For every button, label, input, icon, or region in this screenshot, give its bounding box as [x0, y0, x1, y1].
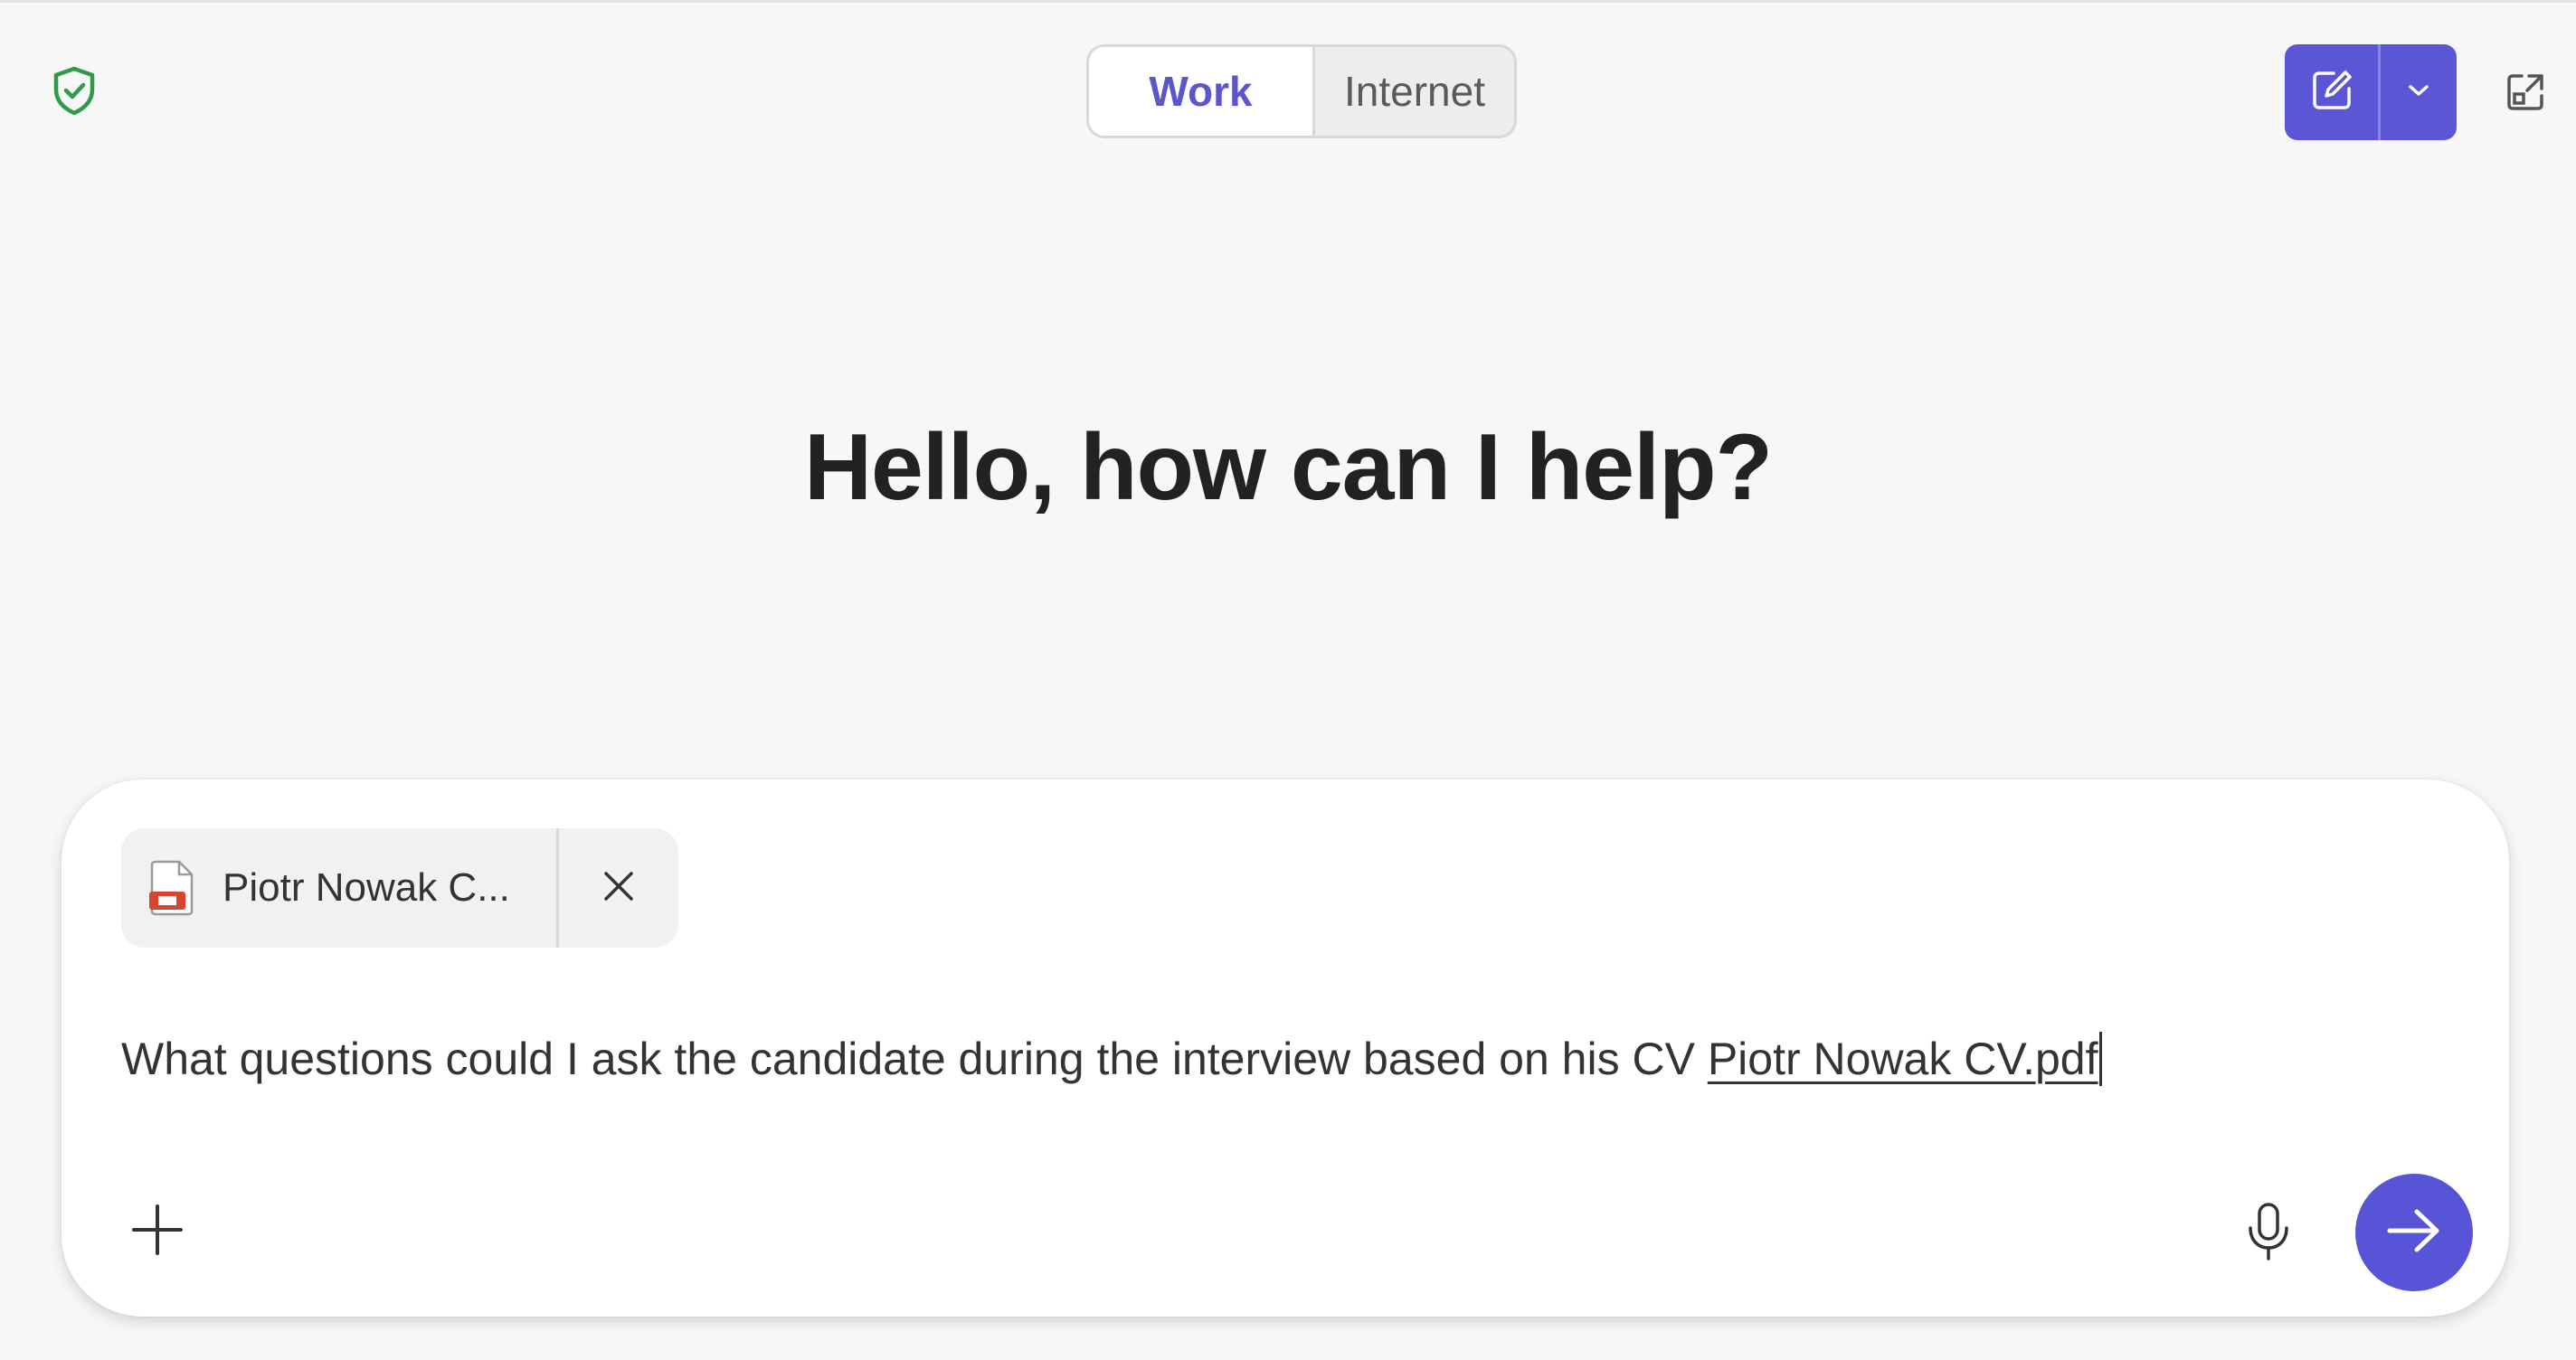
arrow-right-icon [2384, 1205, 2444, 1261]
mode-toggle: Work Internet [1086, 44, 1517, 138]
attachment-name: Piotr Nowak C... [223, 865, 510, 910]
prompt-input[interactable]: What questions could I ask the candidate… [121, 1031, 2382, 1090]
close-icon [598, 865, 639, 911]
attachment-body[interactable]: Piotr Nowak C... [121, 828, 559, 948]
plus-icon[interactable] [130, 1203, 185, 1257]
open-external-icon[interactable] [2504, 71, 2547, 114]
new-chat-options-button[interactable] [2381, 44, 2457, 140]
text-cursor [2098, 1031, 2102, 1086]
tab-work[interactable]: Work [1089, 47, 1315, 136]
pdf-file-icon [148, 859, 197, 917]
remove-attachment-button[interactable] [559, 828, 678, 948]
prompt-text: What questions could I ask the candidate… [121, 1034, 1708, 1084]
compose-icon [2306, 65, 2357, 120]
send-button[interactable] [2355, 1174, 2473, 1291]
shield-check-icon [47, 63, 101, 118]
prompt-file-reference[interactable]: Piotr Nowak CV.pdf [1708, 1034, 2098, 1084]
chevron-down-icon [2405, 81, 2432, 104]
greeting-heading: Hello, how can I help? [803, 415, 1773, 520]
window-top-border [0, 0, 2576, 3]
microphone-icon[interactable] [2243, 1201, 2294, 1264]
new-chat-split-button [2285, 44, 2457, 140]
new-chat-button[interactable] [2285, 44, 2381, 140]
tab-internet[interactable]: Internet [1315, 47, 1514, 136]
chat-composer: Piotr Nowak C... What questions could I … [62, 779, 2509, 1317]
attachment-chip: Piotr Nowak C... [121, 828, 678, 948]
